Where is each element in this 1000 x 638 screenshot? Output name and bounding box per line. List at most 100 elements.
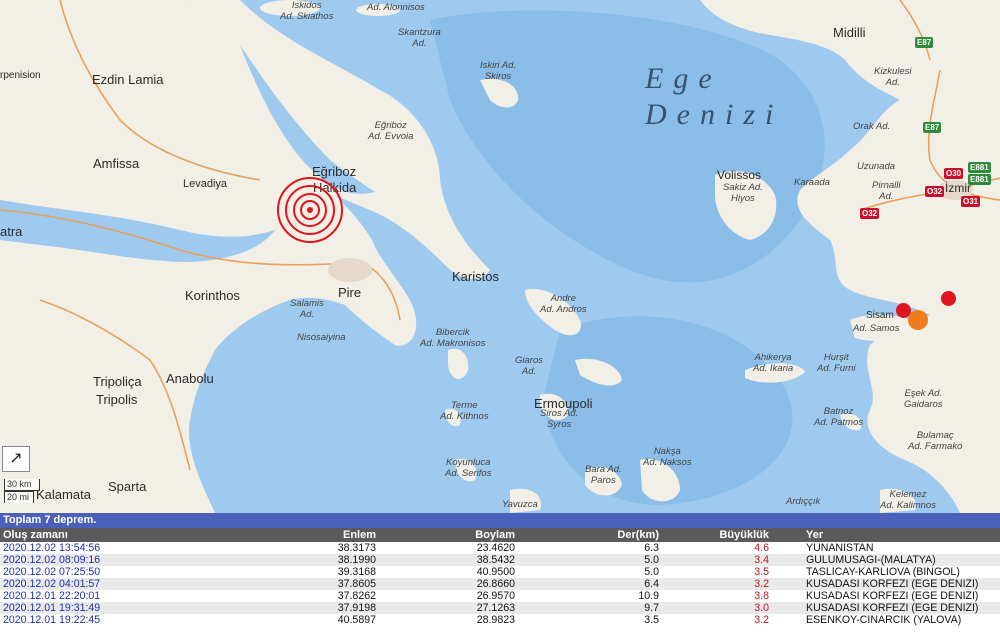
city-anabolu: Anabolu	[166, 371, 214, 386]
cell-lon: 26.8660	[476, 578, 515, 590]
col-lat-header[interactable]: Enlem	[343, 528, 376, 542]
island-farmako: Bulamaç Ad. Farmako	[908, 430, 963, 452]
island-salamis: Salamis Ad.	[290, 298, 324, 320]
col-depth-header[interactable]: Der(km)	[617, 528, 659, 542]
cell-time[interactable]: 2020.12.01 22:20:01	[3, 590, 100, 602]
island-andros: Andre Ad. Andros	[540, 293, 587, 315]
road-e87-north: E87	[915, 37, 934, 48]
island-makronisos: Bibercik Ad. Makronisos	[420, 327, 486, 349]
cell-loc: KUSADASI KORFEZI (EGE DENIZI)	[806, 590, 979, 602]
table-row[interactable]: 2020.12.02 13:54:56 38.3173 23.4620 6.3 …	[0, 542, 1000, 554]
cell-mag: 3.5	[754, 566, 769, 578]
quake-marker-kusadasi-3[interactable]	[908, 310, 928, 330]
cell-loc: ESENKOY-CINARCIK (YALOVA)	[806, 614, 962, 626]
city-korinthos: Korinthos	[185, 288, 240, 303]
city-sisam: Sisam	[866, 310, 894, 321]
island-giaros: Giaros Ad.	[515, 355, 543, 377]
col-mag-header[interactable]: Büyüklük	[719, 528, 769, 542]
island-patmos: Batnoz Ad. Patmos	[814, 406, 864, 428]
cell-lat: 39.3168	[337, 566, 376, 578]
island-ikaria: Ahikerya Ad. Ikaria	[753, 352, 794, 374]
island-serifos: Koyunluca Ad. Serifos	[445, 457, 492, 479]
col-loc-header[interactable]: Yer	[806, 528, 823, 542]
place-pirnalli: Pirnalli Ad.	[872, 180, 901, 202]
city-volissos: Volissos	[717, 168, 762, 182]
island-gaidaros: Eşek Ad. Gaidaros	[904, 388, 943, 410]
place-uzunada: Uzunada	[857, 161, 896, 172]
island-furni: Hurşit Ad. Furni	[817, 352, 856, 374]
table-row[interactable]: 2020.12.01 19:31:49 37.9198 27.1263 9.7 …	[0, 602, 1000, 614]
sea-label-ege: Ege	[645, 62, 722, 95]
cell-lat: 38.3173	[337, 542, 376, 554]
city-amfissa: Amfissa	[93, 156, 140, 171]
earthquake-list-panel: Toplam 7 deprem. Oluş zamanı Enlem Boyla…	[0, 513, 1000, 638]
island-kalimnos: Kelemez Ad. Kalimnos	[880, 489, 936, 511]
cell-time[interactable]: 2020.12.02 08:09:16	[3, 554, 100, 566]
quake-marker-kusadasi-2[interactable]	[941, 291, 956, 306]
city-atra: atra	[0, 224, 23, 239]
cell-time[interactable]: 2020.12.01 19:31:49	[3, 602, 100, 614]
table-header: Oluş zamanı Enlem Boylam Der(km) Büyüklü…	[0, 528, 1000, 542]
map-view[interactable]: Ege Denizi Ezdin Lamia Amfissa Levadiya …	[0, 0, 1000, 513]
road-e87-south: E87	[923, 122, 942, 133]
city-tripolica: Tripoliça	[93, 374, 142, 389]
cell-loc: KUSADASI KORFEZI (EGE DENIZI)	[806, 578, 979, 590]
cell-lat: 38.1990	[337, 554, 376, 566]
island-nisosaiyina: Nisosaiyina	[297, 332, 346, 343]
table-row[interactable]: 2020.12.02 04:01:57 37.8605 26.8660 6.4 …	[0, 578, 1000, 590]
place-orak: Orak Ad.	[853, 121, 891, 132]
sea-label-denizi: Denizi	[645, 98, 784, 131]
cell-loc: YUNANISTAN	[806, 542, 874, 554]
cell-depth: 3.5	[644, 614, 659, 626]
cell-time[interactable]: 2020.12.02 13:54:56	[3, 542, 100, 554]
city-arpenision: rpenision	[0, 70, 41, 81]
city-sparta: Sparta	[108, 479, 147, 494]
island-samos: Ad. Samos	[853, 323, 900, 334]
cell-loc: GULUMUSAGI-(MALATYA)	[806, 554, 936, 566]
road-o30: O30	[944, 168, 964, 179]
island-yavuzca: Yavuzca	[502, 499, 538, 510]
island-alonnisos: Ad. Alonnisos	[367, 2, 425, 13]
city-levadiya: Levadiya	[183, 178, 228, 190]
table-row[interactable]: 2020.12.02 08:09:16 38.1990 38.5432 5.0 …	[0, 554, 1000, 566]
city-kalamata: Kalamata	[36, 487, 91, 502]
cell-depth: 6.3	[644, 542, 659, 554]
cell-lon: 28.9823	[476, 614, 515, 626]
cell-time[interactable]: 2020.12.02 04:01:57	[3, 578, 100, 590]
cell-depth: 6.4	[644, 578, 659, 590]
island-arkioi: Ardıççık	[786, 496, 821, 507]
cell-loc: KUSADASI KORFEZI (EGE DENIZI)	[806, 602, 979, 614]
road-o31: O31	[961, 196, 981, 207]
table-body: 2020.12.02 13:54:56 38.3173 23.4620 6.3 …	[0, 542, 1000, 626]
cell-mag: 4.6	[754, 542, 769, 554]
cell-mag: 3.2	[754, 614, 769, 626]
cell-depth: 5.0	[644, 566, 659, 578]
quake-marker-greece[interactable]	[307, 207, 313, 213]
cell-time[interactable]: 2020.12.02 07:25:50	[3, 566, 100, 578]
table-row[interactable]: 2020.12.01 19:22:45 40.5897 28.9823 3.5 …	[0, 614, 1000, 626]
cell-lon: 38.5432	[476, 554, 515, 566]
cell-lon: 40.9500	[476, 566, 515, 578]
city-karistos: Karistos	[452, 269, 499, 284]
cell-lon: 26.9570	[476, 590, 515, 602]
cell-time[interactable]: 2020.12.01 19:22:45	[3, 614, 100, 626]
table-row[interactable]: 2020.12.02 07:25:50 39.3168 40.9500 5.0 …	[0, 566, 1000, 578]
island-skiros: Iskiri Ad. Skiros	[480, 60, 517, 82]
table-row[interactable]: 2020.12.01 22:20:01 37.8262 26.9570 10.9…	[0, 590, 1000, 602]
col-lon-header[interactable]: Boylam	[475, 528, 515, 542]
cell-depth: 5.0	[644, 554, 659, 566]
cell-mag: 3.2	[754, 578, 769, 590]
place-karaada: Karaada	[794, 177, 830, 188]
cell-depth: 9.7	[644, 602, 659, 614]
cell-lon: 27.1263	[476, 602, 515, 614]
scale-km: 30 km	[4, 479, 40, 491]
cell-depth: 10.9	[638, 590, 659, 602]
city-egriboz: Eğriboz	[312, 164, 357, 179]
col-time-header[interactable]: Oluş zamanı	[3, 528, 68, 542]
island-kithnos: Terme Ad. Kithnos	[440, 400, 489, 422]
cell-mag: 3.4	[754, 554, 769, 566]
cell-lon: 23.4620	[476, 542, 515, 554]
arrow-expand-icon[interactable]: ↗	[2, 446, 30, 472]
road-o32a: O32	[925, 186, 945, 197]
island-evvoia: Eğriboz Ad. Evvoia	[368, 120, 414, 142]
